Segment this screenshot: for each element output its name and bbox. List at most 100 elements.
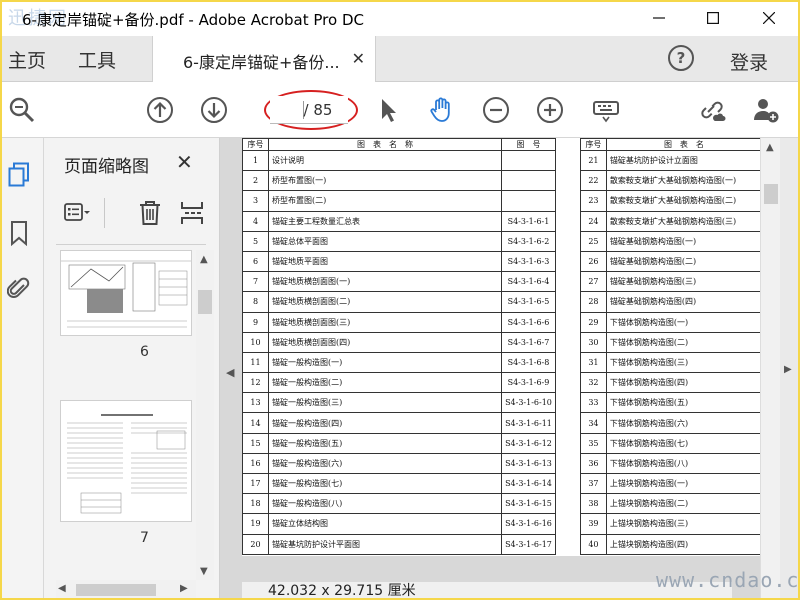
scroll-left-arrow[interactable]: ◀ xyxy=(58,583,66,594)
thumbnail-page-7[interactable] xyxy=(60,400,192,522)
scroll-up-arrow[interactable]: ▲ xyxy=(766,142,774,153)
minimize-button[interactable] xyxy=(636,2,682,34)
table-row: 34 下锚体钢筋构造图(六) xyxy=(580,412,763,434)
row-number: 5 xyxy=(242,230,269,252)
keyboard-icon xyxy=(593,101,619,123)
collapse-left-arrow[interactable]: ◀ xyxy=(226,366,234,379)
current-page-input[interactable] xyxy=(286,100,304,119)
drawing-title: 锚碇基坑防护设计立面图 xyxy=(605,149,763,172)
drawing-code: S4-3-1-6-2 xyxy=(500,230,557,252)
drawing-code: S4-3-1-6-17 xyxy=(500,533,557,555)
zoom-search-button[interactable] xyxy=(6,94,38,126)
drawing-code: S4-3-1-6-9 xyxy=(500,372,557,394)
page-extract-icon xyxy=(181,202,203,224)
zoom-out-button[interactable] xyxy=(480,94,512,126)
table-row: 16 锚碇一般构造图(六) S4-3-1-6-13 xyxy=(242,452,557,475)
drawing-code: S4-3-1-6-1 xyxy=(500,210,557,232)
drawing-index-table-left: 序号 图 表 名 称 图 号 1 设计说明 2 桥型布置图(一) 3 桥型布置图(二) 4 锚… xyxy=(242,138,557,555)
drawing-code xyxy=(500,170,557,192)
table-row: 6 锚碇地质平面图 S4-3-1-6-3 xyxy=(242,250,557,273)
table-row: 11 锚碇一般构造图(一) S4-3-1-6-8 xyxy=(242,351,557,374)
row-number: 3 xyxy=(242,190,269,212)
drawing-title: 锚碇主要工程数量汇总表 xyxy=(267,210,502,232)
minus-circle-icon xyxy=(483,97,509,123)
drawing-title: 下锚体钢筋构造图(七) xyxy=(605,432,763,454)
select-tool-button[interactable] xyxy=(372,94,404,126)
right-panel-toggle-strip[interactable]: ▶ xyxy=(780,138,798,598)
title-bar: 迅捷网 6-康定岸锚碇+备份.pdf - Adobe Acrobat Pro D… xyxy=(2,2,798,36)
document-viewport[interactable]: ◀ 序号 图 表 名 称 图 号 1 设计说明 2 桥型布置图(一) 3 桥型布置图(二)… xyxy=(220,138,763,598)
drawing-title: 上锚块钢筋构造图(二) xyxy=(605,493,763,515)
maximize-icon xyxy=(707,12,719,24)
scrollbar-thumb[interactable] xyxy=(764,184,778,204)
table-row: 35 下锚体钢筋构造图(七) xyxy=(580,432,763,454)
page-thumbnails-button[interactable] xyxy=(6,160,32,190)
window-title: 6-康定岸锚碇+备份.pdf - Adobe Acrobat Pro DC xyxy=(22,11,364,29)
row-number: 8 xyxy=(242,291,269,313)
maximize-button[interactable] xyxy=(690,2,736,34)
row-number: 19 xyxy=(242,513,269,535)
thumbnail-horizontal-scrollbar[interactable]: ◀ ▶ xyxy=(56,580,196,598)
drawing-title: 下锚体钢筋构造图(一) xyxy=(605,311,763,333)
share-link-button[interactable] xyxy=(696,94,728,126)
table-row: 19 锚碇立体结构图 S4-3-1-6-16 xyxy=(242,513,557,535)
scrollbar-thumb[interactable] xyxy=(76,584,156,596)
drawing-title: 下锚体钢筋构造图(三) xyxy=(605,351,763,374)
table-row: 2 桥型布置图(一) xyxy=(242,170,557,192)
minimize-icon xyxy=(653,17,665,19)
document-vertical-scrollbar[interactable]: ▲ xyxy=(760,138,780,598)
login-button[interactable]: 登录 xyxy=(730,48,768,75)
table-row: 9 锚碇地质横剖面图(三) S4-3-1-6-6 xyxy=(242,311,557,333)
attachments-button[interactable] xyxy=(6,274,32,304)
row-number: 37 xyxy=(580,472,607,495)
help-button[interactable]: ? xyxy=(668,45,694,71)
link-cloud-icon xyxy=(701,101,726,121)
table-row: 28 锚碇基础钢筋构造图(四) xyxy=(580,291,763,313)
page-total: / 85 xyxy=(303,100,333,119)
scroll-down-arrow[interactable]: ▼ xyxy=(200,566,208,577)
row-number: 7 xyxy=(242,271,269,293)
panel-close-button[interactable]: ✕ xyxy=(176,150,193,174)
thumbnail-vertical-scrollbar[interactable]: ▲ ▼ xyxy=(196,250,214,580)
tab-home[interactable]: 主页 xyxy=(8,46,46,73)
scroll-up-arrow[interactable]: ▲ xyxy=(200,254,208,265)
row-number: 14 xyxy=(242,412,269,434)
bookmarks-button[interactable] xyxy=(6,218,32,248)
thumbnail-page-6[interactable] xyxy=(60,250,192,336)
zoom-in-button[interactable] xyxy=(534,94,566,126)
row-number: 2 xyxy=(242,170,269,192)
add-user-button[interactable] xyxy=(750,94,782,126)
tab-bar: 主页 工具 6-康定岸锚碇+备份... ✕ ? 登录 xyxy=(2,36,798,82)
expand-right-arrow[interactable]: ▶ xyxy=(784,364,792,375)
tab-document[interactable]: 6-康定岸锚碇+备份... ✕ xyxy=(152,36,376,82)
previous-page-button[interactable] xyxy=(144,94,176,126)
scroll-right-arrow[interactable]: ▶ xyxy=(180,583,188,594)
thumbnail-options-button[interactable] xyxy=(64,198,90,228)
row-number: 25 xyxy=(580,230,607,252)
close-window-button[interactable] xyxy=(746,2,792,34)
delete-page-button[interactable] xyxy=(138,198,162,228)
tab-close-button[interactable]: ✕ xyxy=(352,49,365,68)
hand-tool-button[interactable] xyxy=(426,94,458,126)
next-page-button[interactable] xyxy=(198,94,230,126)
table-header-row: 序号 图 表 名 xyxy=(580,138,763,151)
row-number: 12 xyxy=(242,372,269,394)
drawing-title: 下锚体钢筋构造图(六) xyxy=(605,412,763,434)
column-header: 图 号 xyxy=(500,138,557,151)
extract-page-button[interactable] xyxy=(180,198,204,228)
drawing-title: 上锚块钢筋构造图(三) xyxy=(605,513,763,535)
toolbar: / 85 xyxy=(2,82,798,138)
table-row: 32 下锚体钢筋构造图(四) xyxy=(580,372,763,394)
row-number: 38 xyxy=(580,493,607,515)
thumbnail-page-number: 6 xyxy=(140,344,149,360)
drawing-title: 上锚块钢筋构造图(四) xyxy=(605,533,763,555)
table-row: 12 锚碇一般构造图(二) S4-3-1-6-9 xyxy=(242,372,557,394)
column-header: 图 表 名 称 xyxy=(267,138,502,151)
scrollbar-thumb[interactable] xyxy=(198,290,212,314)
close-icon xyxy=(763,12,775,24)
keyboard-tool-button[interactable] xyxy=(590,94,622,126)
page-number-field[interactable]: / 85 xyxy=(270,96,348,124)
tab-tools[interactable]: 工具 xyxy=(78,46,116,73)
row-number: 15 xyxy=(242,432,269,454)
drawing-code: S4-3-1-6-15 xyxy=(500,493,557,515)
